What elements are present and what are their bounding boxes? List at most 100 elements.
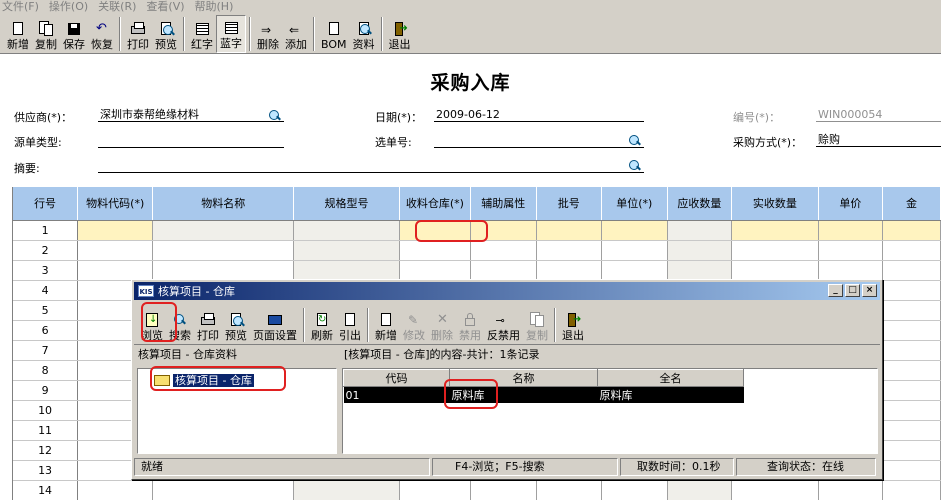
grid-cell[interactable]	[667, 240, 733, 261]
grid-cell[interactable]	[882, 320, 941, 341]
grid-cell[interactable]	[152, 240, 295, 261]
table-row[interactable]: 2	[13, 240, 941, 261]
search-button[interactable]: 搜索	[166, 302, 194, 344]
menu-view[interactable]: 查看(V)	[146, 0, 184, 14]
select-number-lookup-icon[interactable]	[628, 135, 642, 147]
grid-cell[interactable]	[882, 480, 941, 500]
list-col-fullname[interactable]: 全名	[597, 369, 744, 387]
grid-cell[interactable]	[882, 400, 941, 421]
grid-cell[interactable]	[882, 420, 941, 441]
source-type-field[interactable]	[98, 134, 284, 148]
row-number[interactable]: 8	[13, 360, 79, 381]
grid-cell[interactable]	[77, 480, 154, 500]
copy-button[interactable]: 复制	[32, 15, 60, 53]
row-number[interactable]: 4	[13, 280, 79, 301]
grid-cell[interactable]	[601, 240, 668, 261]
grid-cell[interactable]	[731, 260, 819, 281]
row-name[interactable]: 原料库	[449, 386, 598, 403]
col-unit-price[interactable]: 单价	[818, 187, 884, 221]
grid-cell[interactable]	[152, 260, 295, 281]
col-due-qty[interactable]: 应收数量	[667, 187, 733, 221]
minimize-icon[interactable]: _	[828, 284, 843, 297]
grid-cell[interactable]	[882, 280, 941, 301]
grid-cell[interactable]	[536, 260, 603, 281]
grid-cell[interactable]	[77, 240, 154, 261]
table-row[interactable]: 1	[13, 220, 941, 241]
grid-cell[interactable]	[667, 260, 733, 281]
row-number[interactable]: 12	[13, 440, 79, 461]
grid-cell[interactable]	[536, 240, 603, 261]
row-number[interactable]: 3	[13, 260, 79, 281]
warehouse-list[interactable]: 代码 名称 全名 01 原料库 原料库	[342, 368, 878, 454]
row-number[interactable]: 9	[13, 380, 79, 401]
row-number[interactable]: 10	[13, 400, 79, 421]
list-col-code[interactable]: 代码	[343, 369, 450, 387]
grid-cell[interactable]	[882, 260, 941, 281]
grid-cell[interactable]	[470, 220, 537, 241]
grid-cell[interactable]	[882, 340, 941, 361]
col-spec[interactable]: 规格型号	[293, 187, 400, 221]
table-row[interactable]: 3	[13, 260, 941, 281]
list-col-name[interactable]: 名称	[449, 369, 598, 387]
close-icon[interactable]: ×	[862, 284, 877, 297]
grid-cell[interactable]	[882, 440, 941, 461]
tree-node-warehouse[interactable]: 核算项目 - 仓库	[154, 373, 255, 388]
grid-cell[interactable]	[399, 260, 472, 281]
grid-cell[interactable]	[818, 220, 884, 241]
dialog-delete-button[interactable]: ✕ 删除	[428, 302, 456, 344]
preview-button[interactable]: 预览	[152, 15, 180, 53]
row-code[interactable]: 01	[343, 386, 450, 403]
grid-cell[interactable]	[601, 260, 668, 281]
dialog-exit-button[interactable]: ➜ 退出	[559, 302, 587, 344]
col-actual-qty[interactable]: 实收数量	[731, 187, 819, 221]
modify-button[interactable]: ✎ 修改	[400, 302, 428, 344]
row-number[interactable]: 14	[13, 480, 79, 500]
menu-related[interactable]: 关联(R)	[98, 0, 136, 14]
refresh-button[interactable]: ↻ 刷新	[308, 302, 336, 344]
col-warehouse[interactable]: 收料仓库(*)	[399, 187, 472, 221]
grid-cell[interactable]	[818, 240, 884, 261]
col-row-number[interactable]: 行号	[13, 187, 79, 221]
grid-cell[interactable]	[77, 260, 154, 281]
col-material-name[interactable]: 物料名称	[152, 187, 295, 221]
warehouse-tree[interactable]: 核算项目 - 仓库	[137, 368, 337, 454]
page-setup-button[interactable]: 页面设置	[250, 302, 300, 344]
summary-lookup-icon[interactable]	[628, 160, 642, 172]
col-unit[interactable]: 单位(*)	[601, 187, 668, 221]
menu-file[interactable]: 文件(F)	[2, 0, 39, 14]
bom-button[interactable]: BOM	[318, 15, 350, 53]
grid-cell[interactable]	[470, 480, 537, 500]
row-number[interactable]: 5	[13, 300, 79, 321]
grid-cell[interactable]	[667, 220, 733, 241]
table-row[interactable]: 14	[13, 480, 941, 500]
info-button[interactable]: 资料	[350, 15, 378, 53]
grid-cell[interactable]	[293, 260, 400, 281]
enable-button[interactable]: ⊸ 反禁用	[484, 302, 523, 344]
restore-button[interactable]: ↶ 恢复	[88, 15, 116, 53]
row-number[interactable]: 13	[13, 460, 79, 481]
col-amount[interactable]: 金	[882, 187, 941, 221]
grid-cell[interactable]	[470, 240, 537, 261]
row-number[interactable]: 7	[13, 340, 79, 361]
grid-cell[interactable]	[470, 260, 537, 281]
grid-cell[interactable]	[152, 220, 295, 241]
select-number-field[interactable]	[434, 134, 644, 148]
grid-cell[interactable]	[536, 220, 603, 241]
browse-button[interactable]: ↓ 浏览	[138, 302, 166, 344]
new-button[interactable]: 新增	[4, 15, 32, 53]
dialog-print-button[interactable]: 打印	[194, 302, 222, 344]
grid-cell[interactable]	[77, 220, 154, 241]
grid-cell[interactable]	[399, 240, 472, 261]
red-button[interactable]: 红字	[188, 15, 216, 53]
grid-cell[interactable]	[399, 220, 472, 241]
grid-cell[interactable]	[882, 460, 941, 481]
grid-cell[interactable]	[731, 480, 819, 500]
grid-cell[interactable]	[601, 220, 668, 241]
row-fullname[interactable]: 原料库	[597, 386, 744, 403]
maximize-icon[interactable]: □	[845, 284, 860, 297]
supplier-lookup-icon[interactable]	[268, 110, 282, 122]
grid-cell[interactable]	[152, 480, 295, 500]
disable-button[interactable]: 禁用	[456, 302, 484, 344]
print-button[interactable]: 打印	[124, 15, 152, 53]
row-number[interactable]: 6	[13, 320, 79, 341]
